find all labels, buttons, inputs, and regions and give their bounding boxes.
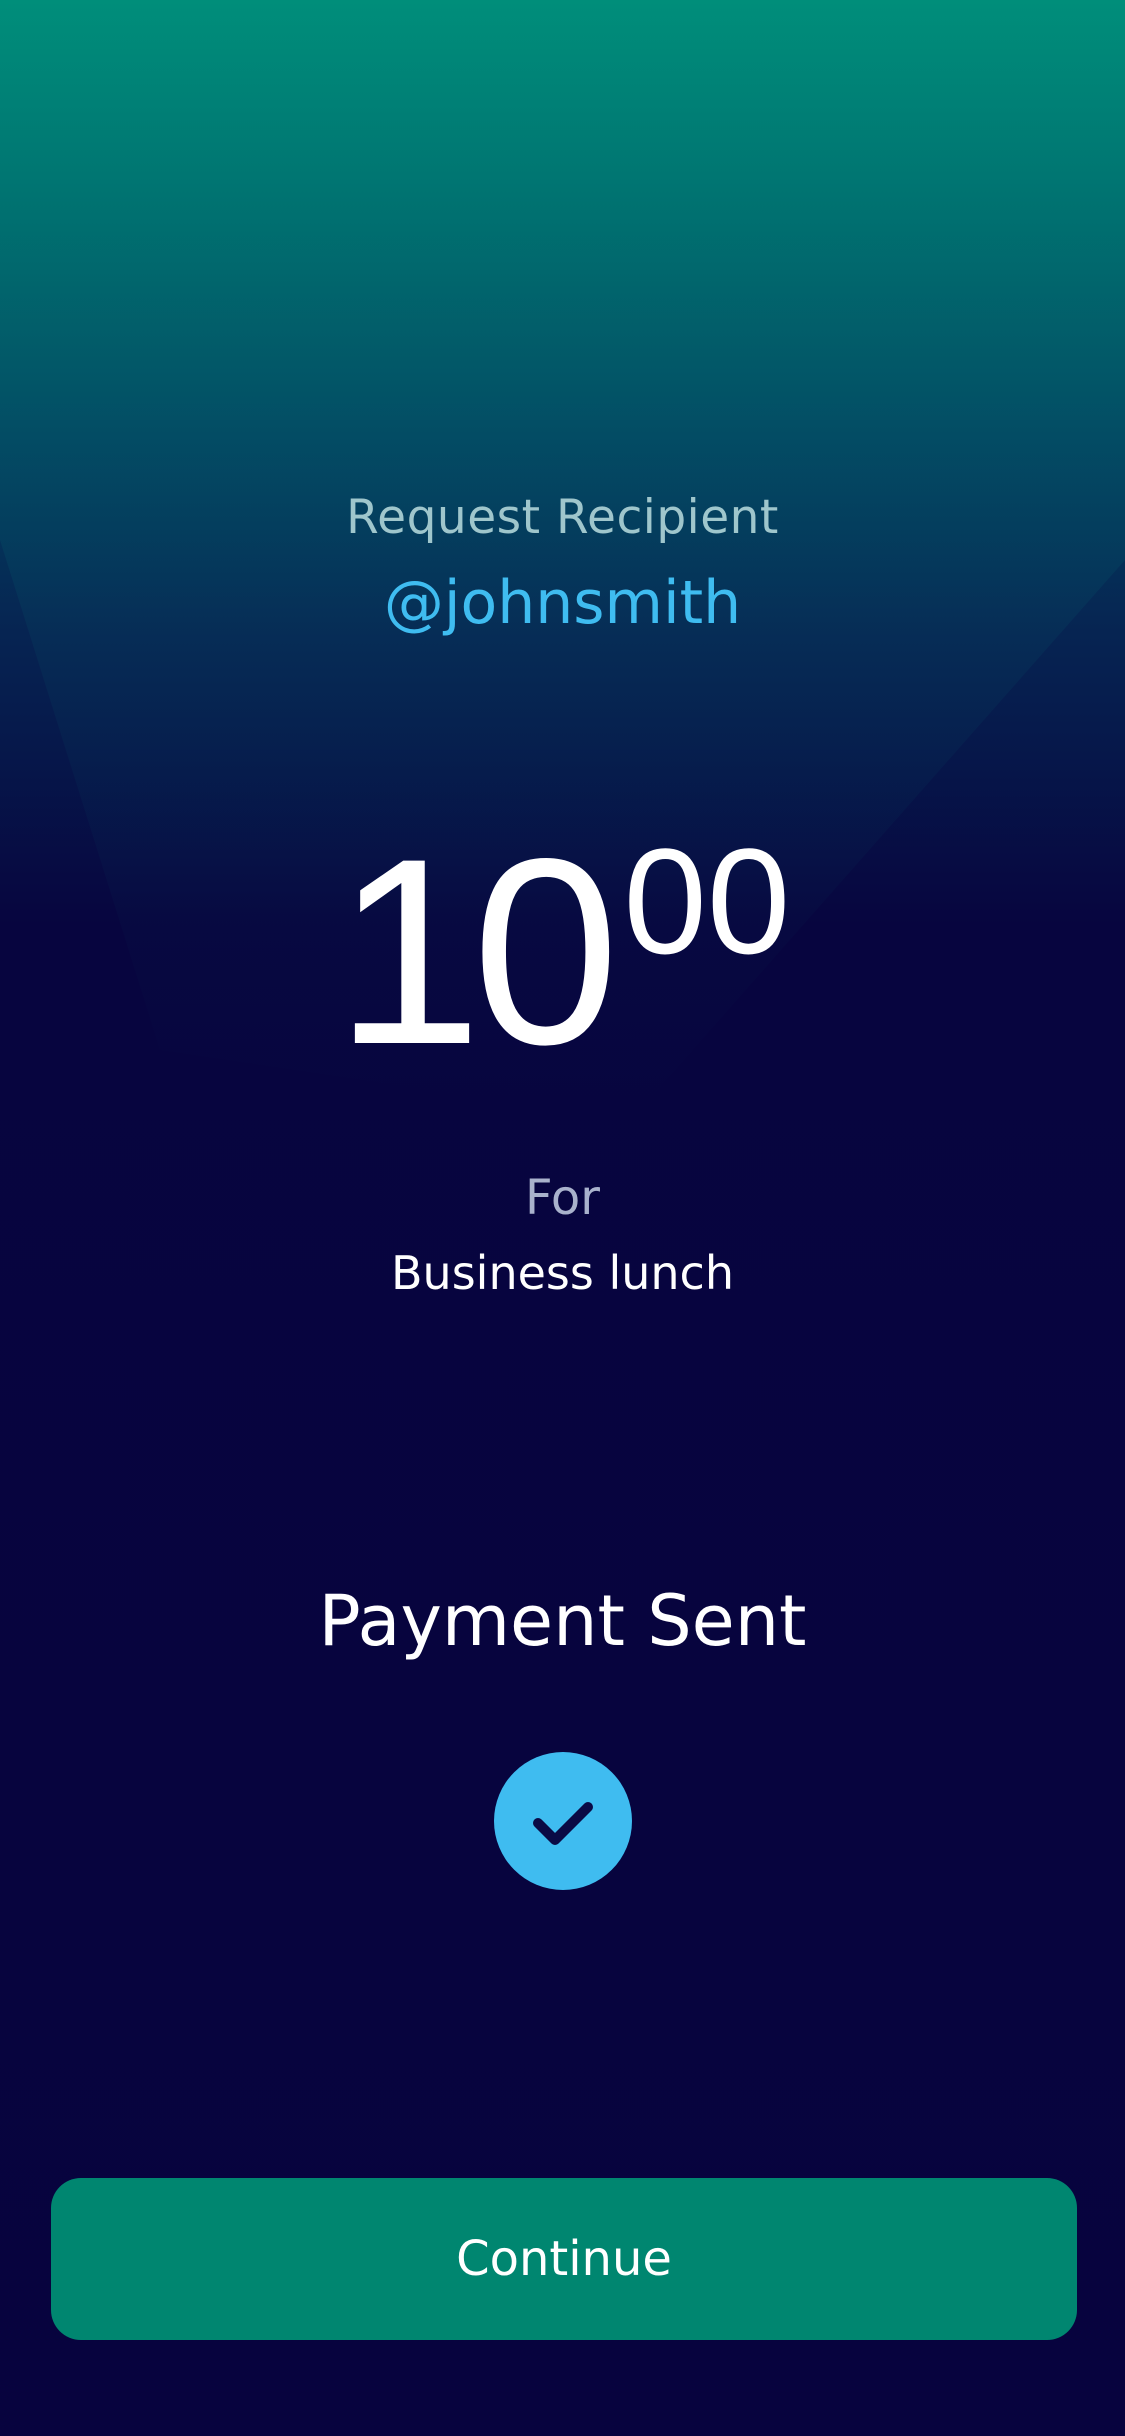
recipient-username: @johnsmith [383,568,742,638]
payment-amount: 1000 [0,820,1125,1085]
amount-cents: 00 [623,817,791,985]
checkmark-icon [533,1802,593,1845]
request-recipient-label: Request Recipient [346,490,779,545]
continue-button[interactable]: Continue [51,2178,1077,2340]
payment-status-title: Payment Sent [318,1580,807,1662]
payment-confirmation-screen: Request Recipient @johnsmith 1000 For Bu… [0,0,1125,2436]
success-badge [494,1752,632,1890]
amount-whole: 10 [334,804,620,1100]
memo-label: For [525,1170,600,1226]
memo-value: Business lunch [390,1246,734,1300]
